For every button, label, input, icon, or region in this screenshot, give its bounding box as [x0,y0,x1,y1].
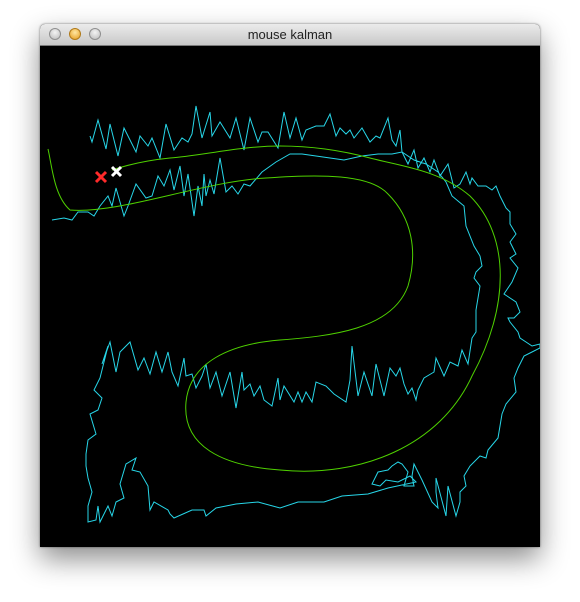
kalman-path [47,145,501,472]
app-window: mouse kalman [40,24,540,547]
tracking-canvas[interactable] [40,46,540,547]
measured-path [51,105,540,524]
window-title: mouse kalman [247,27,333,42]
title-bar[interactable]: mouse kalman [40,24,540,46]
measurement-marker-icon [94,170,108,184]
tracking-plot [47,105,540,524]
